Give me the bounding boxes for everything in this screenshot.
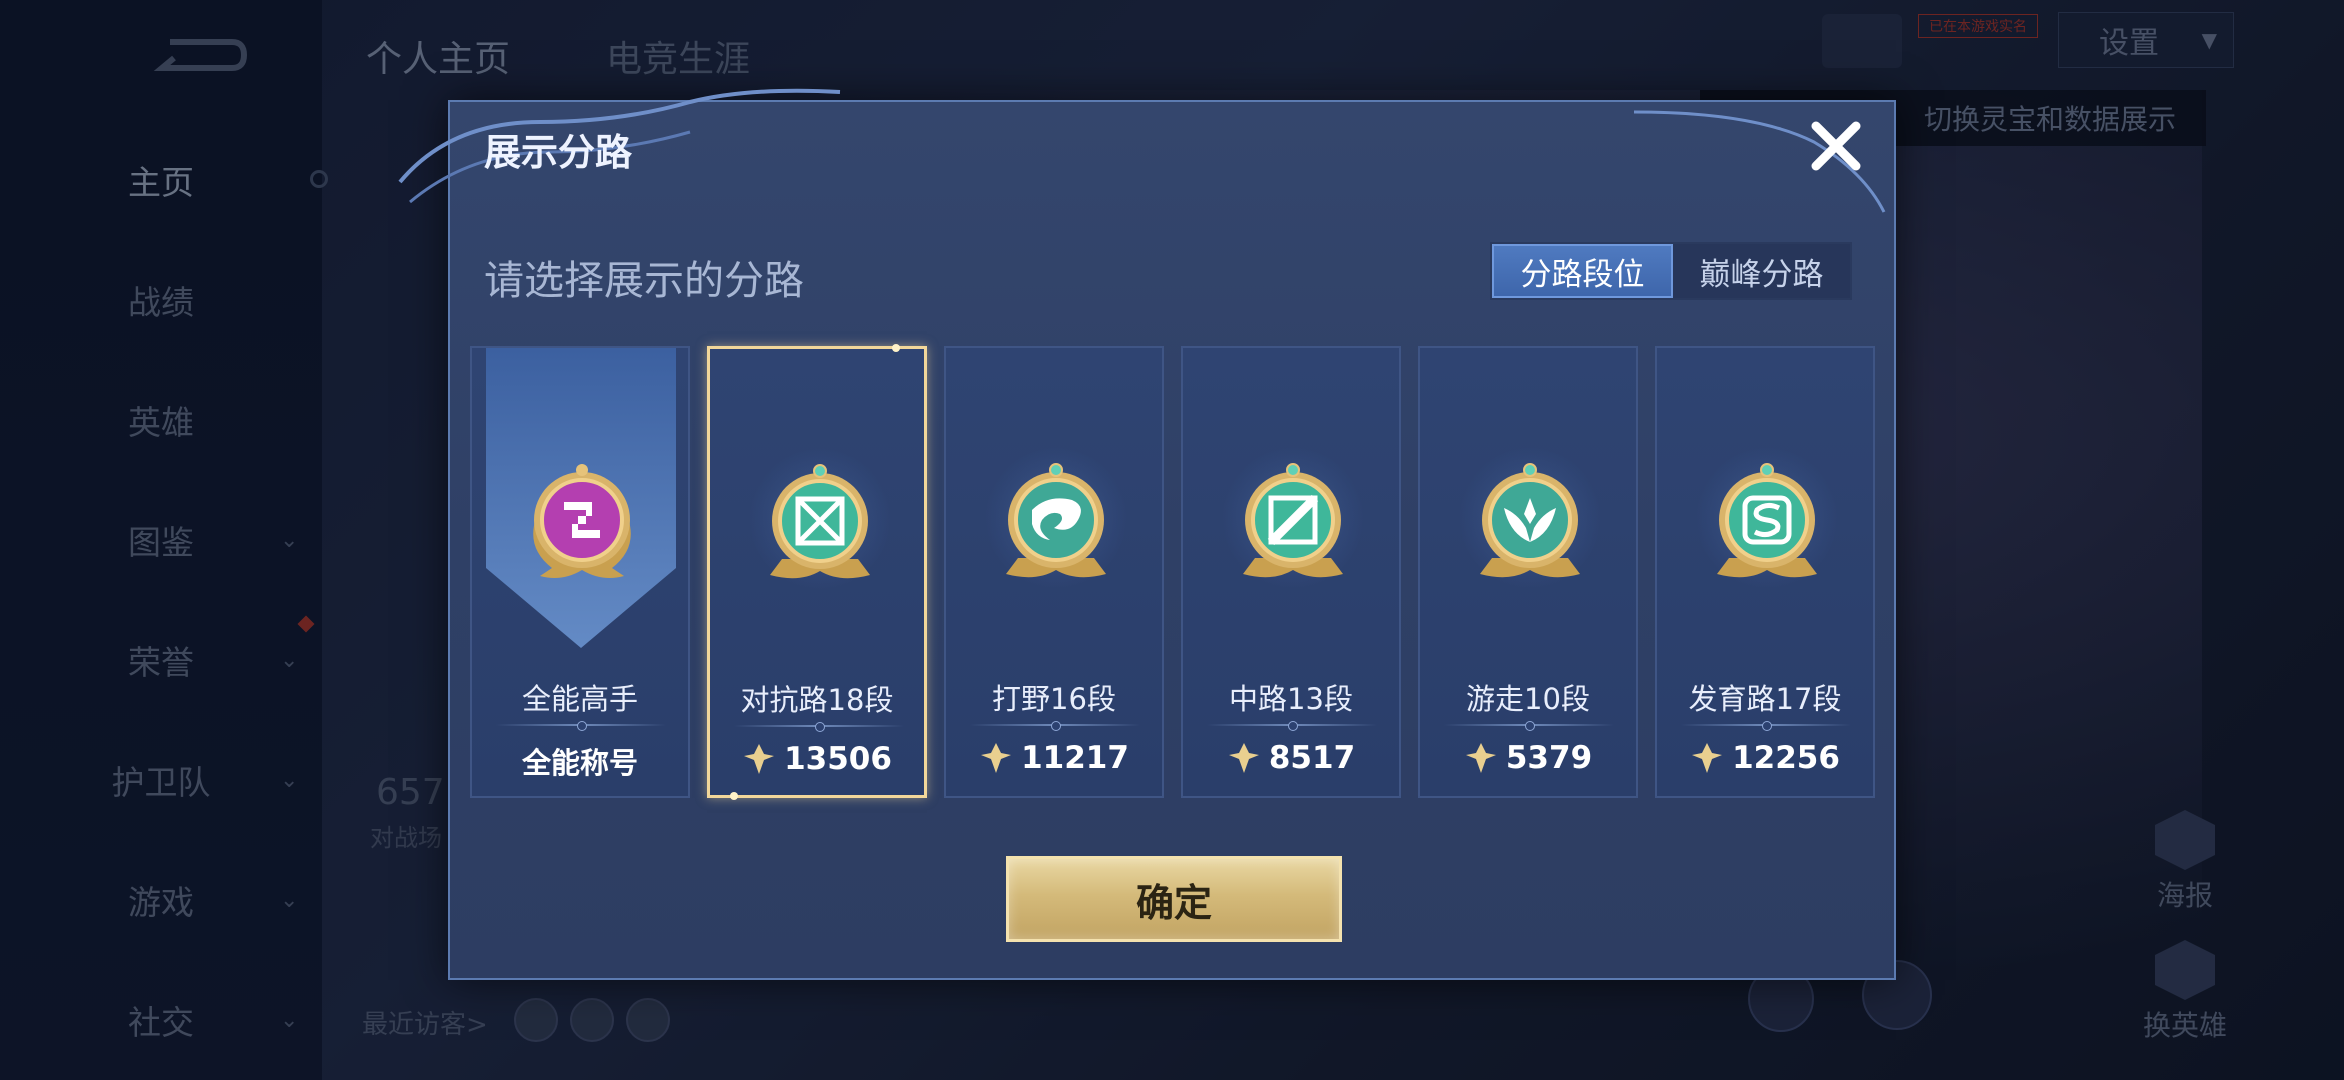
lane-name: 游走10段: [1466, 682, 1590, 716]
tab-peak-lane[interactable]: 巅峰分路: [1673, 244, 1850, 298]
rank-points-icon: [744, 744, 775, 774]
dialog-title: 展示分路: [484, 131, 632, 174]
divider: [1207, 721, 1377, 731]
lane-card-list: 全能高手 全能称号 对抗路18段 13506 打野16段 11217 中路13段…: [470, 344, 1882, 800]
mid-lane-emblem-icon: [1243, 463, 1343, 578]
tab-lane-rank[interactable]: 分路段位: [1492, 244, 1673, 298]
confirm-button[interactable]: 确定: [1006, 856, 1342, 942]
mode-segmented-control: 分路段位 巅峰分路: [1490, 242, 1852, 300]
lane-name: 对抗路18段: [740, 683, 894, 717]
lane-score-value: 5379: [1505, 740, 1593, 776]
lane-name: 打野16段: [992, 682, 1116, 716]
lane-score-value: 12256: [1732, 740, 1840, 776]
selection-corner-icon: [730, 792, 738, 800]
lane-score-value: 8517: [1268, 740, 1356, 776]
lane-score: 5379: [1420, 740, 1636, 776]
jungle-dragon-emblem-icon: [1006, 463, 1106, 578]
lane-score-value: 11217: [1021, 740, 1129, 776]
rank-points-icon: [1692, 743, 1723, 773]
lane-card-jungle[interactable]: 打野16段 11217: [944, 346, 1164, 798]
divider: [734, 722, 904, 732]
all-round-title: 全能称号: [521, 746, 638, 780]
selection-corner-icon: [892, 344, 900, 352]
roam-wings-emblem-icon: [1480, 463, 1580, 578]
clash-lane-emblem-icon: [770, 464, 870, 579]
rank-points-icon: [1228, 743, 1259, 773]
lane-score: 8517: [1183, 740, 1399, 776]
lane-name: 发育路17段: [1688, 682, 1842, 716]
lane-card-mid[interactable]: 中路13段 8517: [1181, 346, 1401, 798]
lane-score: 13506: [710, 741, 924, 777]
lane-score: 12256: [1657, 740, 1873, 776]
close-icon: [1811, 121, 1861, 171]
close-button[interactable]: [1804, 114, 1868, 178]
lane-score-value: 13506: [784, 741, 892, 777]
rank-points-icon: [981, 743, 1012, 773]
dialog-subtitle: 请选择展示的分路: [484, 258, 804, 304]
all-round-emblem-icon: [533, 464, 631, 578]
lane-display-dialog: 展示分路 请选择展示的分路 分路段位 巅峰分路 全能高手 全能称号 对抗路18段…: [398, 88, 1896, 980]
lane-card-all-round[interactable]: 全能高手 全能称号: [470, 346, 690, 798]
farm-lane-emblem-icon: [1717, 463, 1817, 578]
lane-card-roam[interactable]: 游走10段 5379: [1418, 346, 1638, 798]
rank-points-icon: [1465, 743, 1496, 773]
divider: [1681, 721, 1851, 731]
lane-score: 11217: [946, 740, 1162, 776]
divider: [496, 721, 666, 731]
lane-name: 中路13段: [1229, 682, 1353, 716]
lane-card-farm[interactable]: 发育路17段 12256: [1655, 346, 1875, 798]
divider: [970, 721, 1140, 731]
divider: [1444, 721, 1614, 731]
lane-card-clash[interactable]: 对抗路18段 13506: [707, 344, 927, 800]
lane-name: 全能高手: [521, 682, 638, 716]
